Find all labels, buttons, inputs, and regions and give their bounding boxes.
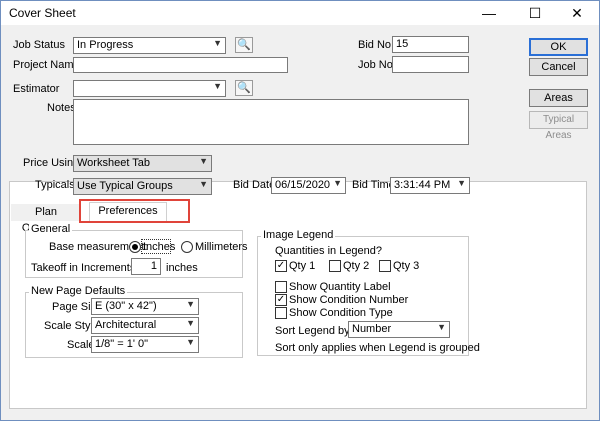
scale-select[interactable]: 1/8" = 1' 0" ▼: [91, 336, 199, 353]
show-condition-number-text[interactable]: Show Condition Number: [289, 294, 408, 306]
millimeters-label[interactable]: Millimeters: [195, 241, 248, 253]
qty3-label[interactable]: Qty 3: [393, 260, 419, 272]
job-status-value: In Progress: [77, 39, 134, 51]
bid-time-label: Bid Time: [352, 179, 395, 191]
image-legend-title: Image Legend: [261, 229, 336, 241]
job-status-label: Job Status: [13, 39, 65, 51]
typical-areas-button[interactable]: Typical Areas: [529, 111, 588, 141]
title-bar: Cover Sheet — ☐ ✕: [1, 1, 599, 25]
tab-plan-organizer[interactable]: Plan Organizer: [11, 204, 81, 234]
chevron-down-icon: ▼: [213, 38, 222, 48]
inches-radio[interactable]: [129, 241, 141, 253]
project-name-input[interactable]: [73, 57, 288, 73]
bid-no-input[interactable]: 15: [392, 36, 469, 53]
scale-style-select[interactable]: Architectural ▼: [91, 317, 199, 334]
qty1-checkbox[interactable]: ✓: [275, 260, 287, 272]
price-using-value: Worksheet Tab: [77, 157, 150, 169]
takeoff-unit-label: inches: [166, 262, 198, 274]
sort-note: Sort only applies when Legend is grouped: [275, 342, 480, 354]
millimeters-radio[interactable]: [181, 241, 193, 253]
chevron-down-icon: ▼: [213, 81, 222, 91]
new-page-defaults-title: New Page Defaults: [29, 285, 128, 297]
chevron-down-icon: ▼: [333, 178, 342, 188]
scale-value: 1/8" = 1' 0": [95, 338, 149, 350]
project-name-label: Project Name: [13, 59, 80, 71]
chevron-down-icon: ▼: [437, 322, 446, 332]
scale-style-value: Architectural: [95, 319, 157, 331]
takeoff-increment-input[interactable]: 1: [131, 258, 161, 275]
bid-time-picker[interactable]: 3:31:44 PM ▼: [390, 177, 470, 194]
sort-legend-value: Number: [352, 323, 392, 335]
page-size-select[interactable]: E (30" x 42") ▼: [91, 298, 199, 315]
bid-date-picker[interactable]: 06/15/2020 ▼: [271, 177, 346, 194]
bid-no-label: Bid No.: [358, 39, 395, 51]
show-condition-type-text[interactable]: Show Condition Type: [289, 307, 393, 319]
chevron-down-icon: ▼: [186, 299, 195, 309]
chevron-down-icon: ▼: [186, 337, 195, 347]
radio-selected-dot: [132, 244, 138, 250]
notes-label: Notes: [47, 102, 76, 114]
job-no-label: Job No.: [358, 59, 396, 71]
estimator-select[interactable]: ▼: [73, 80, 226, 97]
job-status-select[interactable]: In Progress ▼: [73, 37, 226, 54]
search-icon[interactable]: 🔍: [235, 37, 253, 53]
estimator-label: Estimator: [13, 83, 60, 95]
qty1-label[interactable]: Qty 1: [289, 260, 315, 272]
show-quantity-label-checkbox[interactable]: [275, 281, 287, 293]
notes-textarea[interactable]: [73, 99, 469, 145]
qty2-checkbox[interactable]: [329, 260, 341, 272]
sort-legend-label: Sort Legend by:: [275, 325, 353, 337]
price-using-label: Price Using: [23, 157, 80, 169]
maximize-icon[interactable]: ☐: [515, 1, 555, 25]
chevron-down-icon: ▼: [199, 156, 208, 166]
search-icon[interactable]: 🔍: [235, 80, 253, 96]
cover-sheet-window: Cover Sheet — ☐ ✕ Job Status In Progress…: [0, 0, 600, 421]
page-size-value: E (30" x 42"): [95, 300, 157, 312]
bid-time-value: 3:31:44 PM: [394, 179, 451, 191]
window-title: Cover Sheet: [9, 6, 76, 20]
bid-date-value: 06/15/2020: [275, 179, 331, 191]
minimize-icon[interactable]: —: [469, 1, 509, 25]
chevron-down-icon: ▼: [457, 178, 466, 188]
qty2-label[interactable]: Qty 2: [343, 260, 369, 272]
sort-legend-select[interactable]: Number ▼: [348, 321, 450, 338]
bid-date-label: Bid Date: [233, 179, 276, 191]
price-using-select[interactable]: Worksheet Tab ▼: [73, 155, 212, 172]
show-condition-type-checkbox[interactable]: [275, 307, 287, 319]
ok-button[interactable]: OK: [529, 38, 588, 56]
typicals-select[interactable]: Use Typical Groups ▼: [73, 178, 212, 195]
show-quantity-label-text[interactable]: Show Quantity Label: [289, 281, 391, 293]
close-icon[interactable]: ✕: [557, 1, 597, 25]
cancel-button[interactable]: Cancel: [529, 58, 588, 76]
chevron-down-icon: ▼: [199, 179, 208, 189]
inches-label[interactable]: Inches: [143, 241, 175, 253]
typicals-value: Use Typical Groups: [77, 180, 173, 192]
chevron-down-icon: ▼: [186, 318, 195, 328]
qty3-checkbox[interactable]: [379, 260, 391, 272]
show-condition-number-checkbox[interactable]: ✓: [275, 294, 287, 306]
highlight-box: [79, 199, 190, 223]
typicals-label: Typicals: [35, 179, 75, 191]
quantities-in-legend-label: Quantities in Legend?: [275, 245, 383, 257]
general-group-title: General: [29, 223, 73, 235]
job-no-input[interactable]: [392, 56, 469, 73]
areas-button[interactable]: Areas: [529, 89, 588, 107]
